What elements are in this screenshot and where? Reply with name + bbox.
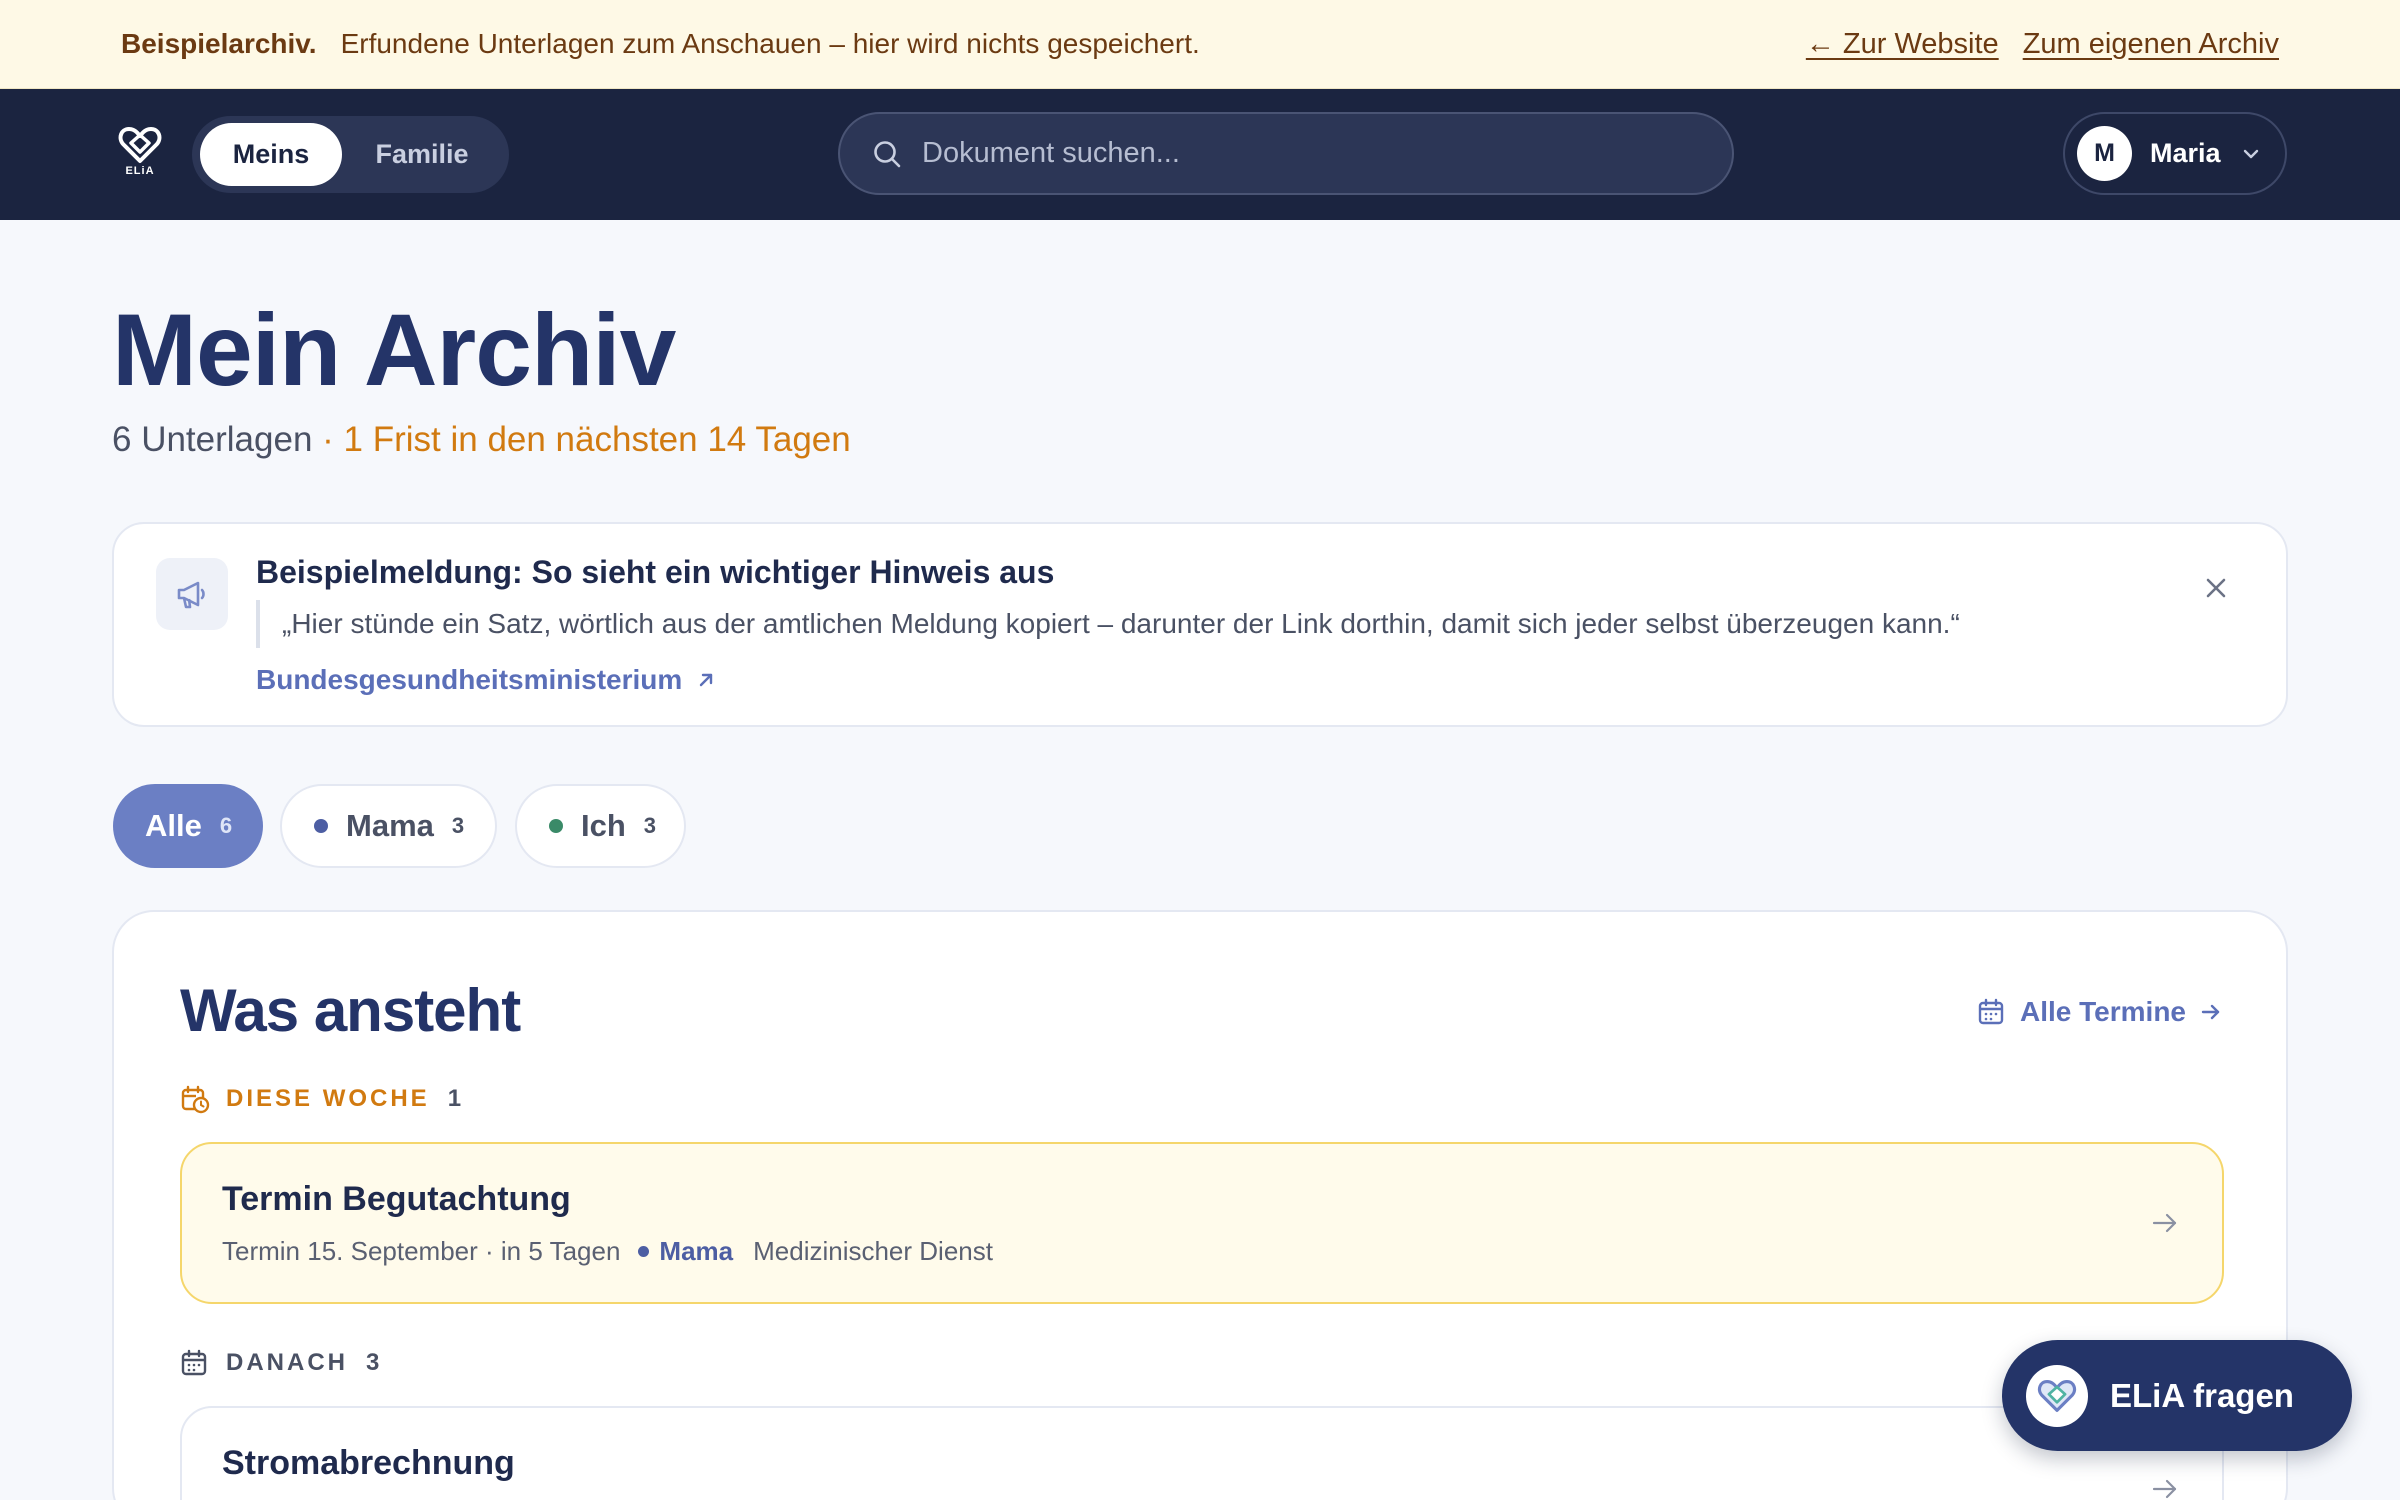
document-count: 6 Unterlagen (112, 420, 313, 459)
filter-label: Alle (145, 808, 202, 843)
calendar-clock-icon (181, 1085, 210, 1114)
list-item-termin-begutachtung[interactable]: Termin Begutachtung Termin 15. September… (180, 1142, 2224, 1304)
arrow-right-icon (2201, 1004, 2220, 1020)
group-heading-later: DANACH 3 (180, 1348, 379, 1378)
demo-banner-links: ← Zur Website Zum eigenen Archiv (1806, 28, 2279, 61)
heart-logo-icon (118, 127, 162, 163)
arrow-right-icon (2152, 1479, 2177, 1499)
demo-banner-text: Erfundene Unterlagen zum Anschauen – hie… (340, 28, 1200, 59)
notice-quote: „Hier stünde ein Satz, wörtlich aus der … (256, 600, 1960, 648)
group-count: 3 (366, 1349, 380, 1376)
group-count: 1 (447, 1085, 462, 1112)
avatar: M (2077, 126, 2132, 181)
megaphone-icon (177, 581, 205, 609)
calendar-icon (1978, 998, 2004, 1025)
chevron-down-icon (2243, 149, 2258, 158)
ask-elia-label: ELiA fragen (2110, 1376, 2294, 1414)
item-meta: Termin 15. September · in 5 Tagen Mama M… (222, 1236, 993, 1267)
ask-elia-button[interactable]: ELiA fragen (2002, 1340, 2352, 1451)
person-color-dot (549, 819, 563, 833)
item-title: Stromabrechnung (222, 1444, 515, 1482)
person-color-dot (638, 1246, 650, 1257)
demo-banner-title: Beispielarchiv. (121, 28, 317, 59)
upcoming-card: Was ansteht Alle Termine DIESE WOCHE 1 T… (112, 910, 2288, 1500)
search-bar[interactable] (838, 112, 1734, 195)
demo-banner: Beispielarchiv. Erfundene Unterlagen zum… (0, 0, 2400, 89)
filter-label: Ich (581, 808, 626, 843)
notice-card: Beispielmeldung: So sieht ein wichtiger … (112, 522, 2288, 727)
top-navigation-bar: ELiA Meins Familie M Maria (0, 89, 2400, 220)
group-heading-label: DIESE WOCHE (226, 1085, 430, 1112)
all-appointments-link[interactable]: Alle Termine (1976, 996, 2222, 1028)
filter-count: 3 (643, 813, 657, 838)
page-subtitle: 6 Unterlagen · 1 Frist in den nächsten 1… (112, 420, 851, 460)
filter-chip-alle[interactable]: Alle 6 (113, 784, 263, 868)
notice-icon-box (156, 558, 228, 630)
heart-logo-icon (2037, 1379, 2077, 1412)
logo-text: ELiA (125, 165, 155, 177)
person-color-dot (314, 819, 328, 833)
upcoming-title: Was ansteht (180, 977, 521, 1044)
notice-title: Beispielmeldung: So sieht ein wichtiger … (256, 554, 1055, 590)
group-heading-label: DANACH (226, 1349, 348, 1376)
tab-meins[interactable]: Meins (200, 123, 342, 186)
item-title: Termin Begutachtung (222, 1180, 571, 1218)
search-input[interactable] (922, 137, 1682, 170)
elia-assistant-icon (2026, 1364, 2088, 1427)
user-menu-button[interactable]: M Maria (2063, 112, 2287, 195)
group-heading-this-week: DIESE WOCHE 1 (180, 1084, 461, 1114)
user-name: Maria (2150, 138, 2221, 168)
scope-switch: Meins Familie (192, 116, 509, 193)
item-date: Termin 15. September · in 5 Tagen (222, 1236, 621, 1266)
item-person: Mama (659, 1236, 734, 1266)
item-organization: Medizinischer Dienst (753, 1236, 993, 1266)
tab-familie[interactable]: Familie (352, 123, 492, 186)
deadline-summary[interactable]: · 1 Frist in den nächsten 14 Tagen (312, 420, 851, 459)
search-icon (874, 140, 901, 167)
item-person-tag: Mama (638, 1236, 733, 1267)
notice-source-label: Bundesgesundheitsministerium (256, 664, 683, 695)
filter-label: Mama (346, 808, 434, 843)
page-title: Mein Archiv (112, 293, 676, 407)
filter-chip-ich[interactable]: Ich 3 (515, 784, 686, 868)
calendar-icon (181, 1349, 207, 1376)
list-item-stromabrechnung[interactable]: Stromabrechnung (180, 1406, 2224, 1500)
filter-count: 3 (451, 813, 465, 838)
all-appointments-label: Alle Termine (2020, 996, 2186, 1027)
notice-source-link[interactable]: Bundesgesundheitsministerium (256, 664, 716, 696)
close-icon[interactable] (2200, 572, 2232, 604)
filter-count: 6 (219, 813, 233, 838)
filter-chip-mama[interactable]: Mama 3 (280, 784, 497, 868)
arrow-right-icon (2152, 1213, 2177, 1233)
external-link-icon (700, 673, 713, 687)
elia-logo[interactable]: ELiA (118, 125, 162, 181)
back-to-website-link[interactable]: ← Zur Website (1806, 28, 1999, 61)
own-archive-link[interactable]: Zum eigenen Archiv (2023, 28, 2279, 61)
